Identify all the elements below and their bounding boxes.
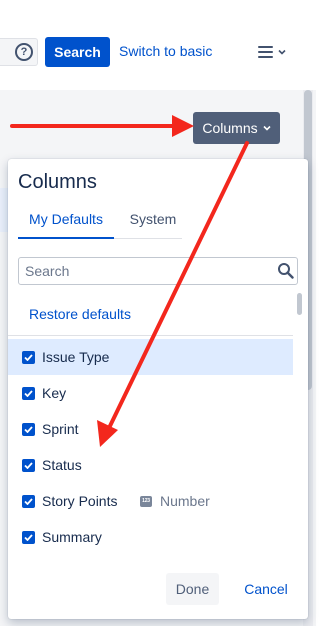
column-item-key[interactable]: Key xyxy=(8,375,293,411)
column-item-label: Summary xyxy=(42,529,102,545)
dropdown-title: Columns xyxy=(18,171,97,193)
search-icon[interactable] xyxy=(277,262,294,279)
checkbox-checked-icon[interactable] xyxy=(22,530,35,544)
tab-my-defaults[interactable]: My Defaults xyxy=(18,211,114,237)
columns-dropdown: Columns My Defaults System Restore defau… xyxy=(8,159,308,619)
checkbox-checked-icon[interactable] xyxy=(22,494,35,508)
checkbox-checked-icon[interactable] xyxy=(22,458,35,472)
switch-to-basic-link[interactable]: Switch to basic xyxy=(119,43,212,59)
column-item-label: Status xyxy=(42,457,82,473)
checkbox-checked-icon[interactable] xyxy=(22,350,35,364)
list-scrollbar[interactable] xyxy=(296,293,304,563)
column-item-label: Sprint xyxy=(42,421,79,437)
help-icon[interactable]: ? xyxy=(15,43,33,61)
tab-system[interactable]: System xyxy=(124,211,182,237)
chevron-down-icon xyxy=(263,125,271,131)
cancel-button[interactable]: Cancel xyxy=(237,573,295,605)
column-item-sprint[interactable]: Sprint xyxy=(8,411,293,447)
columns-search-input[interactable] xyxy=(18,257,298,285)
columns-button[interactable]: Columns xyxy=(193,112,280,144)
field-type-label: Number xyxy=(160,493,210,509)
list-divider xyxy=(8,335,293,336)
checkbox-checked-icon[interactable] xyxy=(22,386,35,400)
view-menu-button[interactable] xyxy=(258,42,292,62)
column-item-label: Key xyxy=(42,385,67,401)
list-scrollbar-thumb[interactable] xyxy=(297,293,302,315)
help-icon-glyph: ? xyxy=(20,46,28,58)
column-list: Issue Type Key Sprint Status Story Point… xyxy=(8,339,293,555)
chevron-down-icon xyxy=(278,49,286,55)
restore-defaults-link[interactable]: Restore defaults xyxy=(29,306,131,322)
column-item-label: Issue Type xyxy=(42,349,110,365)
search-button[interactable]: Search xyxy=(45,37,110,67)
column-item-status[interactable]: Status xyxy=(8,447,293,483)
column-item-issue-type[interactable]: Issue Type xyxy=(8,339,293,375)
hamburger-menu-icon xyxy=(258,46,273,58)
number-type-icon: 123 xyxy=(140,495,152,507)
columns-button-label: Columns xyxy=(202,120,258,136)
column-item-label: Story Points xyxy=(42,493,118,509)
column-item-story-points[interactable]: Story Points 123 Number xyxy=(8,483,293,519)
active-tab-indicator xyxy=(18,237,114,239)
column-item-summary[interactable]: Summary xyxy=(8,519,293,555)
checkbox-checked-icon[interactable] xyxy=(22,422,35,436)
done-button[interactable]: Done xyxy=(166,573,219,605)
